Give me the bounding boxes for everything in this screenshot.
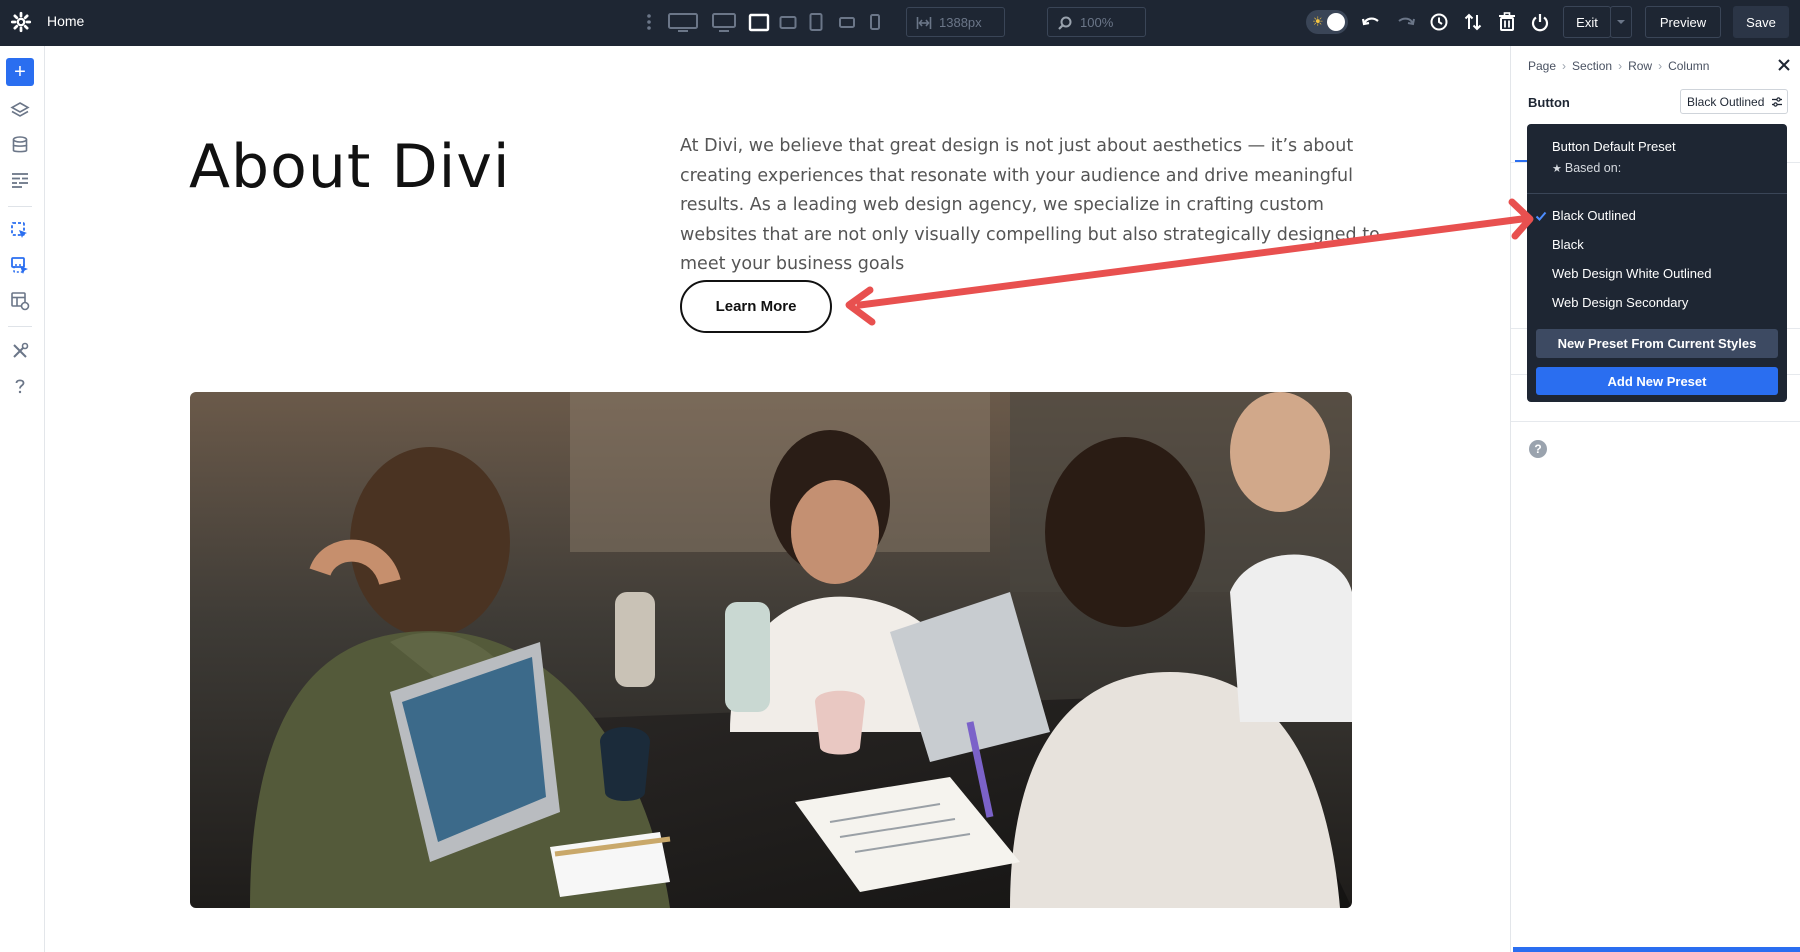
team-photo-illustration xyxy=(190,392,1352,908)
device-phone-icon[interactable] xyxy=(868,12,882,32)
preset-dropdown: Button Default Preset ★ Based on: Black O… xyxy=(1527,124,1787,402)
preset-item-black[interactable]: Black xyxy=(1552,237,1584,252)
add-module-button[interactable]: + xyxy=(6,58,34,86)
preset-settings-icon xyxy=(1772,97,1782,107)
breadcrumb-column[interactable]: Column xyxy=(1668,59,1709,73)
page-canvas: About Divi At Divi, we believe that grea… xyxy=(45,46,1550,952)
breadcrumb-section[interactable]: Section xyxy=(1572,59,1612,73)
save-label: Save xyxy=(1746,14,1776,30)
database-icon[interactable] xyxy=(10,135,30,155)
sun-icon: ☀ xyxy=(1312,14,1324,29)
canvas-width-value: 1388px xyxy=(939,15,982,30)
device-phone-landscape-icon[interactable] xyxy=(838,12,856,32)
panel-bottom-progress xyxy=(1513,947,1800,952)
gear-icon[interactable] xyxy=(10,11,32,33)
new-preset-from-styles-label: New Preset From Current Styles xyxy=(1557,336,1757,351)
exit-button[interactable]: Exit xyxy=(1563,6,1611,38)
zoom-value: 100% xyxy=(1080,15,1114,30)
device-tablet-icon[interactable] xyxy=(808,12,824,32)
left-sidebar: + xyxy=(0,46,45,952)
plus-icon: + xyxy=(14,61,26,83)
toggle-knob xyxy=(1327,13,1345,31)
dropdown-divider xyxy=(1527,193,1787,194)
help-icon[interactable]: ? xyxy=(1529,440,1547,458)
history-icon[interactable] xyxy=(1428,11,1450,33)
multi-select-icon[interactable] xyxy=(10,256,30,276)
about-heading: About Divi xyxy=(189,132,511,202)
breadcrumb: Page › Section › Row › Column xyxy=(1528,59,1709,73)
preview-button[interactable]: Preview xyxy=(1645,6,1721,38)
chevron-right-icon: › xyxy=(1658,59,1663,73)
layout-settings-icon[interactable] xyxy=(10,291,30,311)
preset-selector-value: Black Outlined xyxy=(1687,95,1765,109)
undo-icon[interactable] xyxy=(1360,11,1382,33)
panel-divider xyxy=(1511,421,1800,422)
width-arrows-icon xyxy=(916,17,932,29)
layers-icon[interactable] xyxy=(10,100,30,120)
trash-icon[interactable] xyxy=(1496,11,1518,33)
chevron-down-icon xyxy=(1617,20,1625,24)
preset-item-web-design-white-outlined[interactable]: Web Design White Outlined xyxy=(1552,266,1711,281)
theme-toggle[interactable]: ☀ xyxy=(1306,10,1348,34)
sidebar-divider xyxy=(8,206,32,207)
exit-options-button[interactable] xyxy=(1610,6,1632,38)
check-icon xyxy=(1535,211,1547,221)
help-question-icon[interactable] xyxy=(10,376,30,396)
exit-label: Exit xyxy=(1576,14,1598,30)
preset-selector[interactable]: Black Outlined xyxy=(1680,89,1788,114)
zoom-field[interactable]: 100% xyxy=(1047,7,1146,37)
more-vertical-icon[interactable] xyxy=(645,12,653,32)
portability-icon[interactable] xyxy=(1462,11,1484,33)
breadcrumb-row[interactable]: Row xyxy=(1628,59,1652,73)
canvas-width-field[interactable]: 1388px xyxy=(906,7,1005,37)
chevron-right-icon: › xyxy=(1618,59,1623,73)
chevron-right-icon: › xyxy=(1562,59,1567,73)
learn-more-label: Learn More xyxy=(715,298,797,315)
sidebar-divider xyxy=(8,326,32,327)
star-icon: ★ xyxy=(1552,163,1562,175)
save-button[interactable]: Save xyxy=(1733,6,1789,38)
device-widescreen-icon[interactable] xyxy=(668,12,698,32)
team-photo xyxy=(190,392,1352,908)
page-title: Home xyxy=(47,13,85,29)
device-laptop-icon[interactable] xyxy=(748,12,770,32)
preset-item-web-design-secondary[interactable]: Web Design Secondary xyxy=(1552,295,1688,310)
device-desktop-icon[interactable] xyxy=(712,12,736,32)
learn-more-button[interactable]: Learn More xyxy=(680,280,832,333)
page-settings-icon[interactable] xyxy=(10,170,30,190)
power-icon[interactable] xyxy=(1529,11,1551,33)
add-new-preset-button[interactable]: Add New Preset xyxy=(1536,367,1778,395)
close-icon[interactable] xyxy=(1777,58,1791,72)
panel-title: Button xyxy=(1528,95,1570,110)
breadcrumb-page[interactable]: Page xyxy=(1528,59,1556,73)
new-preset-from-styles-button[interactable]: New Preset From Current Styles xyxy=(1536,329,1778,358)
add-new-preset-label: Add New Preset xyxy=(1607,373,1707,389)
preset-item-black-outlined[interactable]: Black Outlined xyxy=(1552,208,1636,223)
preset-default-item[interactable]: Button Default Preset xyxy=(1552,139,1676,154)
tools-icon[interactable] xyxy=(10,341,30,361)
top-toolbar: Home 1388px 100% ☀ Exit Preview Save xyxy=(0,0,1800,46)
device-tablet-landscape-icon[interactable] xyxy=(779,12,797,32)
search-icon xyxy=(1058,16,1072,30)
redo-icon[interactable] xyxy=(1395,11,1417,33)
about-paragraph: At Divi, we believe that great design is… xyxy=(680,136,1380,274)
select-module-icon[interactable] xyxy=(10,221,30,241)
preview-label: Preview xyxy=(1659,14,1707,30)
based-on-label: Based on: xyxy=(1564,161,1622,175)
preset-based-on: ★ Based on: xyxy=(1552,161,1621,175)
